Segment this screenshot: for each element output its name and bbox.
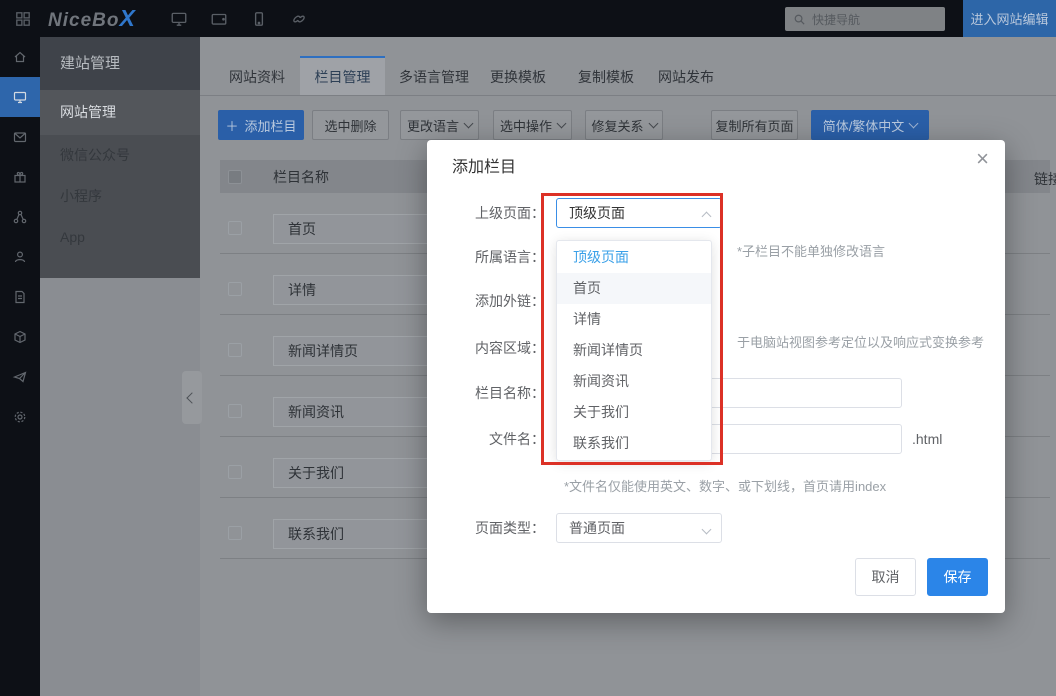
- page-type-label: 页面类型：: [427, 518, 545, 538]
- rail-item-settings[interactable]: [0, 397, 40, 437]
- sidebar-item-app[interactable]: App: [40, 217, 200, 258]
- tablet-icon[interactable]: [210, 10, 228, 28]
- rail-item-distribution[interactable]: [0, 197, 40, 237]
- content-area-label: 内容区域：: [427, 338, 545, 358]
- rail-item-users[interactable]: [0, 237, 40, 277]
- chevron-up-icon: [702, 212, 712, 222]
- mail-icon: [12, 129, 28, 145]
- rail-item-marketing[interactable]: [0, 357, 40, 397]
- content-area-note: 于电脑站视图参考定位以及响应式变换参考: [737, 332, 984, 351]
- language-label: 所属语言：: [427, 247, 545, 267]
- topbar: NiceBoX 快捷导航 进入网站编辑: [0, 0, 1056, 37]
- rail-item-miniprogram[interactable]: [0, 157, 40, 197]
- phone-icon[interactable]: [250, 10, 268, 28]
- dropdown-option[interactable]: 详情: [557, 304, 711, 335]
- rail-item-documents[interactable]: [0, 277, 40, 317]
- chevron-down-icon: [464, 119, 474, 129]
- external-link-label: 添加外链：: [427, 291, 545, 311]
- search-placeholder: 快捷导航: [812, 11, 860, 28]
- delete-selected-button[interactable]: 选中删除: [312, 110, 389, 140]
- chevron-down-icon: [557, 119, 567, 129]
- close-icon[interactable]: ×: [976, 148, 989, 170]
- tab-site-info[interactable]: 网站资料: [229, 67, 285, 87]
- add-column-button[interactable]: ＋ 添加栏目: [218, 110, 304, 140]
- dialog-title: 添加栏目: [452, 153, 516, 177]
- sidebar-item-miniprogram[interactable]: 小程序: [40, 176, 200, 217]
- language-note: *子栏目不能单独修改语言: [737, 241, 885, 260]
- sidebar: 建站管理 网站管理 微信公众号 小程序 App: [40, 37, 200, 696]
- monitor-icon: [12, 89, 28, 105]
- search-icon: [793, 13, 806, 26]
- change-language-button[interactable]: 更改语言: [400, 110, 479, 140]
- user-icon: [12, 249, 28, 265]
- icon-rail: [0, 37, 40, 696]
- chevron-down-icon: [648, 119, 658, 129]
- dropdown-option[interactable]: 顶级页面: [557, 242, 711, 273]
- file-name-label: 文件名：: [427, 429, 545, 449]
- gift-icon: [12, 169, 28, 185]
- plane-icon: [12, 369, 28, 385]
- row-checkbox[interactable]: [228, 526, 242, 540]
- tab-change-template[interactable]: 更换模板: [490, 67, 546, 87]
- cube-icon: [12, 329, 28, 345]
- sidebar-header: 建站管理: [40, 37, 200, 90]
- grid-icon[interactable]: [14, 10, 32, 28]
- tab-multilanguage[interactable]: 多语言管理: [399, 67, 469, 87]
- tab-column-manage[interactable]: 栏目管理: [300, 56, 385, 95]
- selected-actions-button[interactable]: 选中操作: [493, 110, 572, 140]
- select-all-checkbox[interactable]: [228, 170, 242, 184]
- cancel-button[interactable]: 取消: [855, 558, 916, 596]
- page-type-select[interactable]: 普通页面: [556, 513, 722, 543]
- rail-item-home[interactable]: [0, 37, 40, 77]
- parent-page-select[interactable]: 顶级页面: [556, 198, 722, 228]
- add-column-dialog: 添加栏目 × 上级页面： 所属语言： 添加外链： 内容区域： 栏目名称： 文件名…: [427, 140, 1005, 613]
- tab-strip: 网站资料 栏目管理 多语言管理 更换模板 复制模板 网站发布: [200, 56, 1056, 96]
- chevron-down-icon: [702, 525, 712, 535]
- file-suffix: .html: [912, 431, 942, 447]
- dropdown-option[interactable]: 新闻详情页: [557, 335, 711, 366]
- enter-site-edit-button[interactable]: 进入网站编辑: [963, 0, 1056, 37]
- search-input[interactable]: 快捷导航: [785, 7, 945, 31]
- rail-item-products[interactable]: [0, 317, 40, 357]
- plus-icon: ＋: [225, 116, 238, 135]
- fix-relations-button[interactable]: 修复关系: [585, 110, 663, 140]
- dropdown-option[interactable]: 新闻资讯: [557, 366, 711, 397]
- monitor-icon[interactable]: [170, 10, 188, 28]
- language-switch-button[interactable]: 简体/繁体中文: [811, 110, 929, 140]
- link-column-header: 链接: [1034, 169, 1056, 189]
- document-icon: [12, 289, 28, 305]
- chevron-down-icon: [909, 119, 919, 129]
- chevron-left-icon: [186, 392, 197, 403]
- home-icon: [12, 49, 28, 65]
- column-name-header: 栏目名称: [273, 167, 329, 187]
- app-logo: NiceBoX: [48, 5, 136, 32]
- rail-item-website[interactable]: [0, 77, 40, 117]
- sidebar-item-website-manage[interactable]: 网站管理: [40, 90, 200, 135]
- tab-copy-template[interactable]: 复制模板: [578, 67, 634, 87]
- dropdown-option[interactable]: 关于我们: [557, 397, 711, 428]
- row-checkbox[interactable]: [228, 282, 242, 296]
- dropdown-option[interactable]: 首页: [557, 273, 711, 304]
- rail-item-wechat[interactable]: [0, 117, 40, 157]
- row-checkbox[interactable]: [228, 343, 242, 357]
- sidebar-collapse-button[interactable]: [182, 371, 202, 424]
- row-checkbox[interactable]: [228, 465, 242, 479]
- dropdown-option[interactable]: 联系我们: [557, 428, 711, 459]
- share-icon: [12, 209, 28, 225]
- row-checkbox[interactable]: [228, 221, 242, 235]
- file-name-note: *文件名仅能使用英文、数字、或下划线，首页请用index: [564, 476, 886, 495]
- row-checkbox[interactable]: [228, 404, 242, 418]
- copy-all-pages-button[interactable]: 复制所有页面: [711, 110, 798, 140]
- tab-site-publish[interactable]: 网站发布: [658, 67, 714, 87]
- sidebar-item-wechat-official[interactable]: 微信公众号: [40, 135, 200, 176]
- parent-page-label: 上级页面：: [427, 203, 545, 223]
- save-button[interactable]: 保存: [927, 558, 988, 596]
- parent-page-dropdown: 顶级页面 首页 详情 新闻详情页 新闻资讯 关于我们 联系我们: [556, 240, 712, 461]
- link-icon[interactable]: [290, 10, 308, 28]
- column-name-label: 栏目名称：: [427, 383, 545, 403]
- gear-icon: [12, 409, 28, 425]
